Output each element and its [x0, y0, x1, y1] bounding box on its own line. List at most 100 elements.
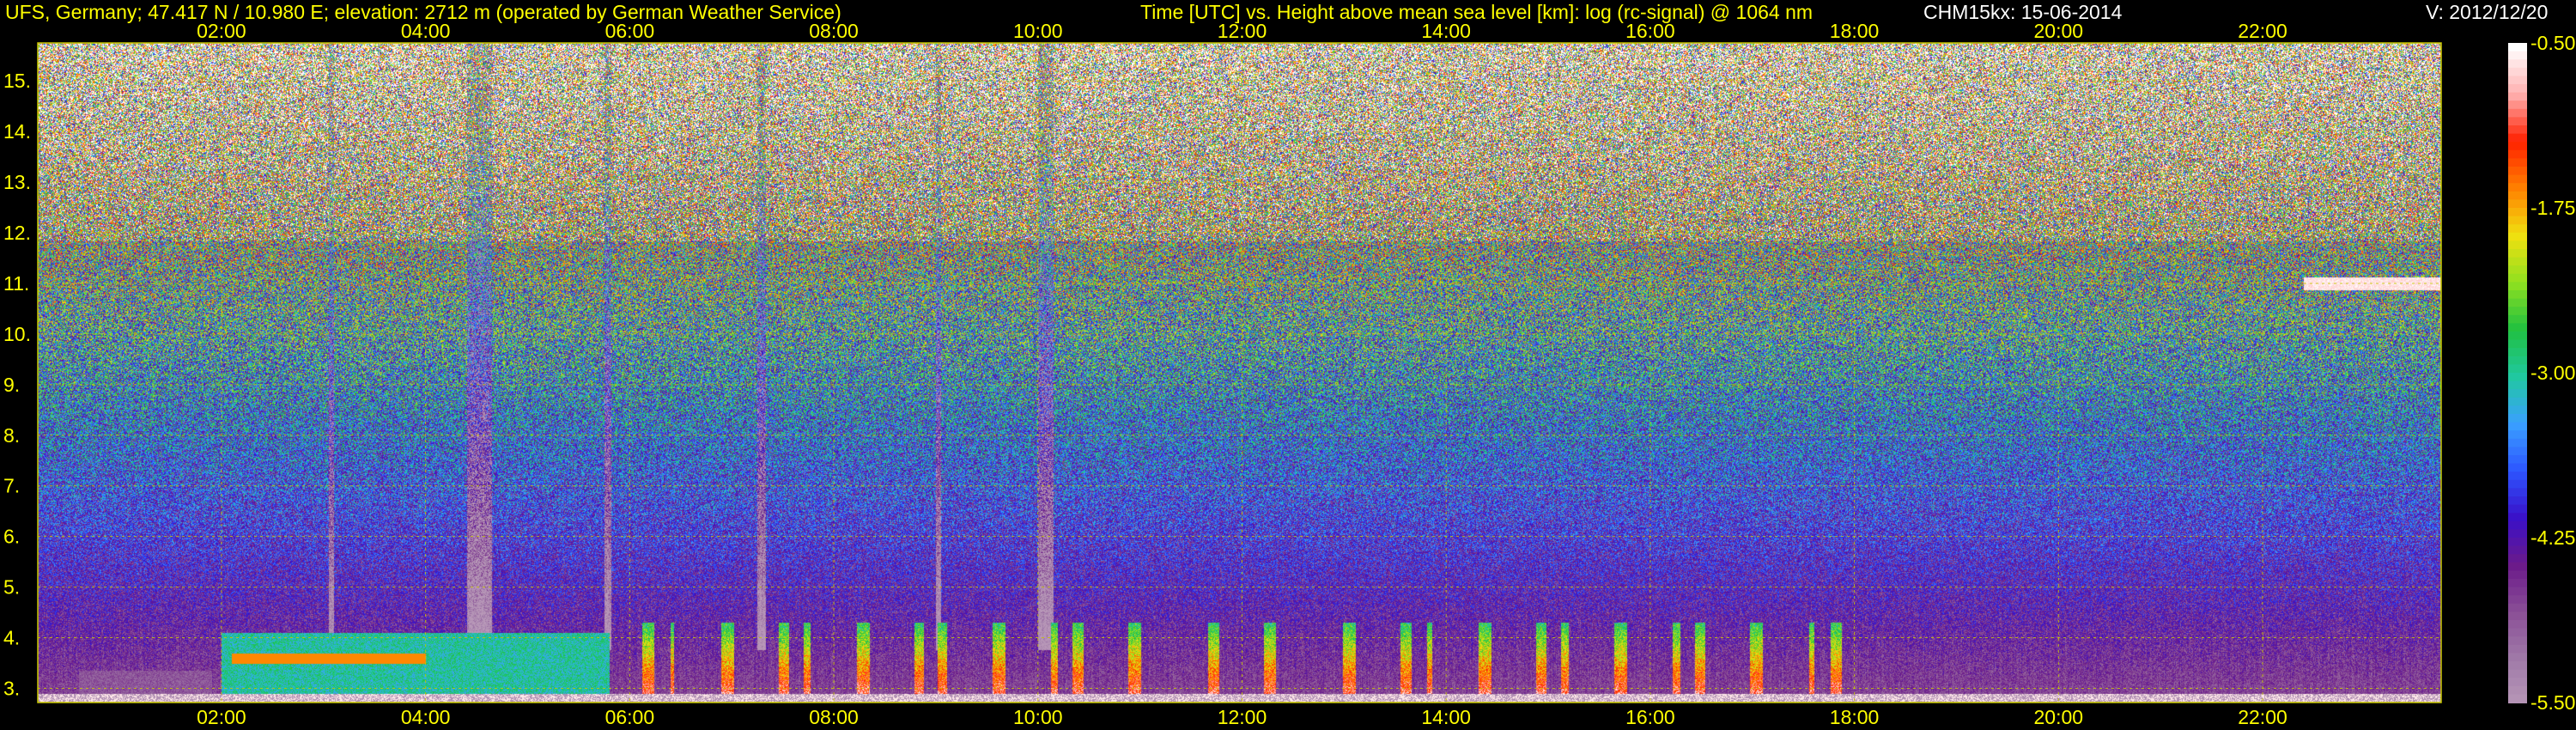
y-tick-label: 12. — [3, 222, 31, 244]
colorbar: -0.50 -1.75 -3.00 -4.25 -5.50 — [2508, 32, 2575, 714]
x-tick-label-bottom: 16:00 — [1625, 706, 1675, 728]
colorbar-segment — [2508, 314, 2527, 325]
colorbar-segment — [2508, 158, 2527, 167]
colorbar-segment — [2508, 282, 2527, 291]
colorbar-segment — [2508, 216, 2527, 226]
colorbar-segment — [2508, 348, 2527, 357]
colorbar-segment — [2508, 43, 2527, 52]
colorbar-segment — [2508, 84, 2527, 94]
colorbar-segment — [2508, 538, 2527, 547]
colorbar-segment — [2508, 356, 2527, 366]
colorbar-segment — [2508, 240, 2527, 250]
y-tick-label: 13. — [3, 171, 31, 193]
colorbar-segment — [2508, 265, 2527, 275]
colorbar-segment — [2508, 332, 2527, 341]
colorbar-segment — [2508, 430, 2527, 440]
colorbar-segment — [2508, 290, 2527, 300]
x-tick-label-bottom: 08:00 — [809, 706, 859, 728]
y-tick-label: 15. — [3, 70, 31, 92]
colorbar-segment — [2508, 587, 2527, 597]
colorbar-segment — [2508, 364, 2527, 374]
x-tick-label-top: 10:00 — [1013, 20, 1063, 42]
colorbar-segment — [2508, 67, 2527, 77]
colorbar-segment — [2508, 455, 2527, 465]
colorbar-segment — [2508, 562, 2527, 572]
y-tick-label: 8. — [3, 424, 20, 447]
colorbar-segment — [2508, 669, 2527, 679]
colorbar-segment — [2508, 373, 2527, 382]
y-axis: 3. 4. 5. 6. 7. 8. 9. 10. 11. 12. 13. 14. 15. — [3, 70, 31, 699]
colorbar-segment — [2508, 224, 2527, 234]
x-tick-label-top: 14:00 — [1421, 20, 1471, 42]
colorbar-segment — [2508, 488, 2527, 497]
colorbar-segment — [2508, 678, 2527, 687]
colorbar-segment — [2508, 694, 2527, 703]
colorbar-segment — [2508, 191, 2527, 201]
colorbar-tick-label: -3.00 — [2530, 362, 2575, 384]
y-tick-label: 9. — [3, 374, 20, 396]
x-tick-label-bottom: 10:00 — [1013, 706, 1063, 728]
colorbar-segment — [2508, 438, 2527, 448]
y-tick-label: 3. — [3, 677, 20, 699]
colorbar-segment — [2508, 554, 2527, 563]
colorbar-segment — [2508, 661, 2527, 671]
colorbar-segment — [2508, 100, 2527, 110]
colorbar-segment — [2508, 620, 2527, 630]
colorbar-tick-label: -5.50 — [2530, 691, 2575, 714]
colorbar-segment — [2508, 685, 2527, 696]
colorbar-segment — [2508, 183, 2527, 192]
y-tick-label: 4. — [3, 627, 20, 649]
colorbar-segment — [2508, 199, 2527, 209]
colorbar-segment — [2508, 133, 2527, 143]
colorbar-tick-label: -0.50 — [2530, 32, 2575, 54]
colorbar-segment — [2508, 92, 2527, 102]
colorbar-segment — [2508, 414, 2527, 423]
x-tick-label-top: 20:00 — [2034, 20, 2084, 42]
colorbar-segment — [2508, 595, 2527, 605]
x-tick-label-bottom: 14:00 — [1421, 706, 1471, 728]
x-tick-label-top: 04:00 — [401, 20, 451, 42]
colorbar-segment — [2508, 520, 2527, 531]
colorbar-segment — [2508, 644, 2527, 654]
colorbar-segment — [2508, 174, 2527, 185]
colorbar-segment — [2508, 529, 2527, 538]
colorbar-tick-label: -1.75 — [2530, 197, 2575, 219]
y-tick-label: 6. — [3, 526, 20, 548]
colorbar-segment — [2508, 397, 2527, 407]
x-tick-label-bottom: 04:00 — [401, 706, 451, 728]
x-tick-label-top: 08:00 — [809, 20, 859, 42]
colorbar-segment — [2508, 298, 2527, 308]
x-tick-label-bottom: 22:00 — [2238, 706, 2287, 728]
colorbar-segment — [2508, 603, 2527, 613]
x-tick-label-bottom: 12:00 — [1218, 706, 1267, 728]
colorbar-segment — [2508, 545, 2527, 556]
x-tick-label-top: 18:00 — [1830, 20, 1880, 42]
colorbar-segment — [2508, 232, 2527, 242]
y-tick-label: 14. — [3, 120, 31, 143]
colorbar-segment — [2508, 570, 2527, 580]
colorbar-tick-label: -4.25 — [2530, 526, 2575, 549]
x-tick-label-top: 16:00 — [1625, 20, 1675, 42]
x-tick-label-bottom: 18:00 — [1830, 706, 1880, 728]
colorbar-segment — [2508, 149, 2527, 160]
colorbar-segment — [2508, 447, 2527, 456]
x-tick-label-top: 22:00 — [2238, 20, 2287, 42]
colorbar-segment — [2508, 579, 2527, 588]
colorbar-segment — [2508, 389, 2527, 398]
colorbar-segment — [2508, 323, 2527, 332]
colorbar-segment — [2508, 504, 2527, 514]
x-tick-label-bottom: 20:00 — [2034, 706, 2084, 728]
x-tick-label-top: 06:00 — [605, 20, 655, 42]
colorbar-segment — [2508, 208, 2527, 217]
colorbar-segment — [2508, 496, 2527, 506]
colorbar-segment — [2508, 257, 2527, 267]
y-tick-label: 7. — [3, 475, 20, 497]
colorbar-segment — [2508, 142, 2527, 151]
x-tick-label-bottom: 02:00 — [197, 706, 246, 728]
y-tick-label: 5. — [3, 576, 20, 599]
colorbar-segment — [2508, 108, 2527, 119]
x-tick-label-top: 12:00 — [1218, 20, 1267, 42]
colorbar-segment — [2508, 51, 2527, 61]
colorbar-segment — [2508, 339, 2527, 350]
colorbar-segment — [2508, 479, 2527, 490]
